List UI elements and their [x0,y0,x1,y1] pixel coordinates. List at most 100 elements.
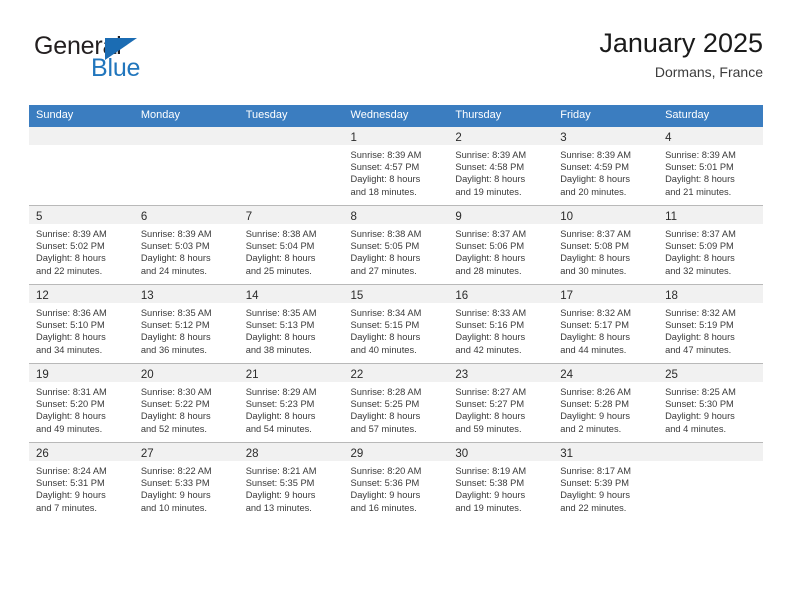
calendar-day-cell[interactable]: 20 Sunrise: 8:30 AM Sunset: 5:22 PM Dayligh… [133,363,239,443]
daylight-text-line2: and 10 minutes. [140,502,207,513]
calendar-day-cell[interactable]: 14 Sunrise: 8:35 AM Sunset: 5:13 PM Dayligh… [238,284,344,364]
day-number-band: 1 [343,127,449,145]
calendar-day-cell[interactable]: 2 Sunrise: 8:39 AM Sunset: 4:58 PM Daylight… [448,126,554,206]
page-subtitle: Dormans, France [654,64,763,81]
calendar-day-cell-empty [238,126,344,206]
daylight-text-line1: Daylight: 9 hours [350,490,421,501]
calendar-day-cell[interactable]: 17 Sunrise: 8:32 AM Sunset: 5:17 PM Dayligh… [553,284,659,364]
sunset-text: Sunset: 5:02 PM [36,241,105,252]
daylight-text-line1: Daylight: 8 hours [455,174,526,185]
sunrise-text: Sunrise: 8:39 AM [140,229,212,239]
calendar-day-cell[interactable]: 1 Sunrise: 8:39 AM Sunset: 4:57 PM Daylight… [343,126,449,206]
day-cell-inner: 10 Sunrise: 8:37 AM Sunset: 5:08 PM Dayligh… [553,206,659,284]
weekday-header-thursday: Thursday [448,105,554,127]
day-details: Sunrise: 8:25 AM Sunset: 5:30 PM Daylight:… [658,382,763,435]
day-number-band: 5 [29,206,134,224]
day-number-band [658,443,763,461]
daylight-text-line1: Daylight: 8 hours [560,332,630,343]
calendar-body: 1 Sunrise: 8:39 AM Sunset: 4:57 PM Daylight… [29,126,763,521]
calendar-day-cell[interactable]: 12 Sunrise: 8:36 AM Sunset: 5:10 PM Dayligh… [29,284,134,364]
calendar-day-cell[interactable]: 3 Sunrise: 8:39 AM Sunset: 4:59 PM Daylight… [553,126,659,206]
day-cell-inner: 1 Sunrise: 8:39 AM Sunset: 4:57 PM Daylight… [343,127,449,205]
sunrise-text: Sunrise: 8:26 AM [560,387,632,397]
calendar-day-cell[interactable]: 24 Sunrise: 8:26 AM Sunset: 5:28 PM Dayligh… [553,363,659,443]
day-number: 24 [560,369,574,381]
calendar-day-cell[interactable]: 11 Sunrise: 8:37 AM Sunset: 5:09 PM Dayligh… [658,205,763,285]
sunrise-text: Sunrise: 8:37 AM [665,229,736,239]
day-cell-inner: 14 Sunrise: 8:35 AM Sunset: 5:13 PM Dayligh… [238,285,344,363]
daylight-text-line1: Daylight: 8 hours [455,332,526,343]
day-number: 26 [36,448,49,460]
day-cell-inner: 21 Sunrise: 8:29 AM Sunset: 5:23 PM Dayligh… [238,364,344,442]
day-number: 18 [665,290,678,302]
calendar-day-cell[interactable]: 21 Sunrise: 8:29 AM Sunset: 5:23 PM Dayligh… [238,363,344,443]
day-cell-inner: 13 Sunrise: 8:35 AM Sunset: 5:12 PM Dayligh… [133,285,239,363]
calendar-day-cell[interactable]: 28 Sunrise: 8:21 AM Sunset: 5:35 PM Dayligh… [238,442,344,521]
day-number-band: 15 [343,285,449,303]
brand-name-blue: Blue [91,54,141,82]
day-number: 20 [140,369,154,381]
calendar-week-row: 19 Sunrise: 8:31 AM Sunset: 5:20 PM Dayligh… [29,363,763,443]
calendar-day-cell[interactable]: 18 Sunrise: 8:32 AM Sunset: 5:19 PM Dayligh… [658,284,763,364]
day-details: Sunrise: 8:32 AM Sunset: 5:17 PM Daylight:… [553,303,658,356]
daylight-text-line1: Daylight: 8 hours [455,411,526,422]
day-number: 5 [36,211,43,223]
calendar-day-cell[interactable]: 22 Sunrise: 8:28 AM Sunset: 5:25 PM Dayligh… [343,363,449,443]
day-number: 6 [140,211,148,223]
daylight-text-line2: and 44 minutes. [560,344,627,355]
calendar-day-cell[interactable]: 4 Sunrise: 8:39 AM Sunset: 5:01 PM Daylight… [658,126,763,206]
day-cell-inner: 29 Sunrise: 8:20 AM Sunset: 5:36 PM Dayligh… [343,443,449,521]
calendar-day-cell[interactable]: 26 Sunrise: 8:24 AM Sunset: 5:31 PM Dayligh… [29,442,134,521]
day-number-band: 30 [448,443,554,461]
calendar-day-cell[interactable]: 31 Sunrise: 8:17 AM Sunset: 5:39 PM Dayligh… [553,442,659,521]
day-cell-inner: 22 Sunrise: 8:28 AM Sunset: 5:25 PM Dayligh… [343,364,449,442]
day-number: 9 [455,211,462,223]
day-number: 2 [455,132,462,144]
sunrise-text: Sunrise: 8:38 AM [350,229,422,239]
day-number: 29 [350,448,364,460]
day-number-band: 21 [238,364,344,382]
calendar-day-cell[interactable]: 7 Sunrise: 8:38 AM Sunset: 5:04 PM Daylight… [238,205,344,285]
daylight-text-line2: and 16 minutes. [350,502,417,513]
daylight-text-line2: and 22 minutes. [36,265,103,276]
calendar-week-row: 5 Sunrise: 8:39 AM Sunset: 5:02 PM Daylight… [29,205,763,285]
daylight-text-line2: and 38 minutes. [245,344,312,355]
calendar-day-cell[interactable]: 30 Sunrise: 8:19 AM Sunset: 5:38 PM Dayligh… [448,442,554,521]
day-details: Sunrise: 8:37 AM Sunset: 5:09 PM Daylight:… [658,224,763,277]
daylight-text-line1: Daylight: 8 hours [665,253,735,264]
calendar-day-cell[interactable]: 9 Sunrise: 8:37 AM Sunset: 5:06 PM Daylight… [448,205,554,285]
day-number: 19 [36,369,49,381]
calendar-day-cell[interactable]: 6 Sunrise: 8:39 AM Sunset: 5:03 PM Daylight… [133,205,239,285]
calendar-day-cell[interactable]: 13 Sunrise: 8:35 AM Sunset: 5:12 PM Dayligh… [133,284,239,364]
calendar-day-cell[interactable]: 19 Sunrise: 8:31 AM Sunset: 5:20 PM Dayligh… [29,363,134,443]
calendar-day-cell[interactable]: 15 Sunrise: 8:34 AM Sunset: 5:15 PM Dayligh… [343,284,449,364]
calendar-day-cell[interactable]: 23 Sunrise: 8:27 AM Sunset: 5:27 PM Dayligh… [448,363,554,443]
daylight-text-line1: Daylight: 8 hours [140,253,211,264]
sunrise-text: Sunrise: 8:27 AM [455,387,527,397]
daylight-text-line1: Daylight: 9 hours [665,411,735,422]
daylight-text-line1: Daylight: 8 hours [245,253,316,264]
day-number: 4 [665,132,672,144]
day-number: 31 [560,448,574,460]
calendar-day-cell[interactable]: 29 Sunrise: 8:20 AM Sunset: 5:36 PM Dayligh… [343,442,449,521]
sunset-text: Sunset: 4:57 PM [350,162,420,173]
calendar-day-cell[interactable]: 16 Sunrise: 8:33 AM Sunset: 5:16 PM Dayligh… [448,284,554,364]
brand-logo[interactable]: General Blue [29,34,249,92]
calendar-day-cell[interactable]: 8 Sunrise: 8:38 AM Sunset: 5:05 PM Daylight… [343,205,449,285]
day-number-band: 12 [29,285,134,303]
calendar-day-cell[interactable]: 10 Sunrise: 8:37 AM Sunset: 5:08 PM Dayligh… [553,205,659,285]
day-number-band: 9 [448,206,554,224]
calendar-day-cell[interactable]: 5 Sunrise: 8:39 AM Sunset: 5:02 PM Daylight… [29,205,134,285]
day-details: Sunrise: 8:19 AM Sunset: 5:38 PM Daylight:… [448,461,553,514]
sunrise-text: Sunrise: 8:39 AM [455,150,527,160]
sunset-text: Sunset: 5:23 PM [245,399,315,410]
day-details: Sunrise: 8:38 AM Sunset: 5:05 PM Daylight:… [344,224,449,277]
calendar-day-cell[interactable]: 27 Sunrise: 8:22 AM Sunset: 5:33 PM Dayligh… [133,442,239,521]
day-details: Sunrise: 8:39 AM Sunset: 4:57 PM Daylight:… [344,145,449,198]
day-details: Sunrise: 8:24 AM Sunset: 5:31 PM Daylight:… [29,461,134,514]
daylight-text-line2: and 42 minutes. [455,344,522,355]
sunset-text: Sunset: 5:16 PM [455,320,525,331]
day-cell-inner: 2 Sunrise: 8:39 AM Sunset: 4:58 PM Daylight… [448,127,554,205]
calendar-day-cell[interactable]: 25 Sunrise: 8:25 AM Sunset: 5:30 PM Dayligh… [658,363,763,443]
day-details: Sunrise: 8:20 AM Sunset: 5:36 PM Daylight:… [344,461,449,514]
